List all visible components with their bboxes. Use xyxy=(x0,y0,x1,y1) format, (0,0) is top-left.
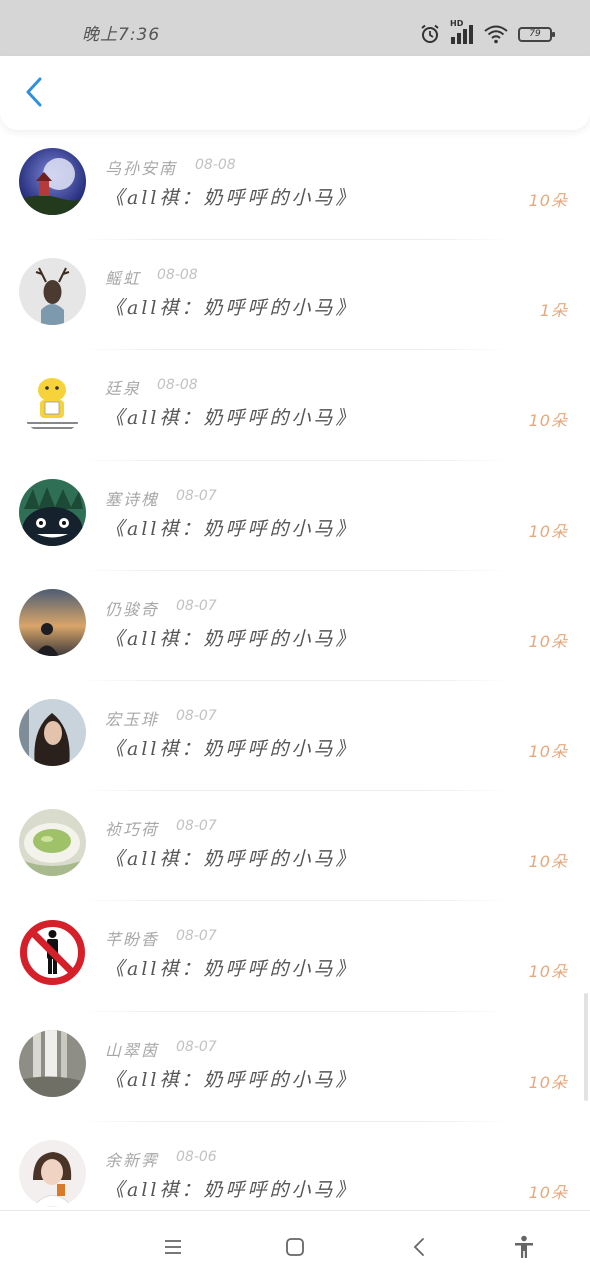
item-content: 《all祺：奶呼呼的小马》 xyxy=(105,297,358,320)
list-item[interactable]: 鳐虹 08-08 《all祺：奶呼呼的小马》 1朵 xyxy=(0,240,590,351)
item-amount: 10朵 xyxy=(528,631,568,651)
deer-head-avatar[interactable] xyxy=(19,258,86,326)
list-item[interactable]: 仍骏奇 08-07 《all祺：奶呼呼的小马》 10朵 xyxy=(0,571,590,682)
user-name: 廷泉 xyxy=(105,379,142,399)
item-amount: 10朵 xyxy=(528,852,568,872)
item-amount: 10朵 xyxy=(528,962,568,982)
user-name: 乌孙安南 xyxy=(105,159,178,178)
item-date: 08-06 xyxy=(176,1148,217,1165)
list-item[interactable]: 余新霁 08-06 《all祺：奶呼呼的小马》 10朵 xyxy=(0,1122,590,1210)
item-amount: 10朵 xyxy=(528,521,568,541)
scrollbar[interactable] xyxy=(584,993,588,1101)
item-date: 08-08 xyxy=(157,377,198,394)
item-date: 08-07 xyxy=(176,487,217,504)
menu-icon xyxy=(165,1240,181,1254)
item-amount: 10朵 xyxy=(528,191,568,210)
item-date: 08-08 xyxy=(195,157,236,173)
network-label: HD xyxy=(450,19,464,28)
item-date: 08-08 xyxy=(157,267,198,284)
chevron-left-icon xyxy=(26,77,42,107)
menu-button[interactable] xyxy=(157,1231,189,1263)
list-item[interactable]: 祯巧荷 08-07 《all祺：奶呼呼的小马》 10朵 xyxy=(0,791,590,902)
back-button[interactable] xyxy=(14,72,54,112)
list-item[interactable]: 廷泉 08-08 《all祺：奶呼呼的小马》 10朵 xyxy=(0,350,590,461)
girl-with-phone-avatar[interactable] xyxy=(19,1139,86,1207)
list-item[interactable]: 乌孙安南 08-08 《all祺：奶呼呼的小马》 10朵 xyxy=(0,130,590,241)
tea-cup-avatar[interactable] xyxy=(19,809,86,877)
item-content: 《all祺：奶呼呼的小马》 xyxy=(105,517,358,540)
accessibility-icon xyxy=(515,1235,533,1258)
sunset-silhouette-avatar[interactable] xyxy=(19,588,86,656)
signal-strength-icon: HD xyxy=(450,19,474,45)
status-bar: 晚上7:36 HD 79 xyxy=(0,0,590,56)
user-name: 余新霁 xyxy=(105,1150,160,1170)
list-item[interactable]: 塞诗槐 08-07 《all祺：奶呼呼的小马》 10朵 xyxy=(0,461,590,571)
totoro-avatar[interactable] xyxy=(19,478,86,546)
alarm-clock-icon xyxy=(421,24,439,43)
item-content: 《all祺：奶呼呼的小马》 xyxy=(105,627,358,650)
item-date: 08-07 xyxy=(176,818,217,835)
item-content: 《all祺：奶呼呼的小马》 xyxy=(105,407,358,430)
item-content: 《all祺：奶呼呼的小马》 xyxy=(105,958,358,981)
item-amount: 1朵 xyxy=(539,301,568,321)
item-date: 08-07 xyxy=(176,597,217,614)
moon-night-avatar[interactable] xyxy=(19,148,86,215)
item-content: 《all祺：奶呼呼的小马》 xyxy=(105,1068,358,1091)
nav-back-button[interactable] xyxy=(403,1231,435,1263)
user-name: 塞诗槐 xyxy=(105,489,160,509)
status-time: 晚上7:36 xyxy=(82,25,161,45)
back-icon xyxy=(413,1238,424,1256)
system-nav-bar xyxy=(0,1210,590,1281)
item-date: 08-07 xyxy=(176,928,217,945)
status-icons: HD 79 xyxy=(420,19,555,48)
item-amount: 10朵 xyxy=(528,741,568,761)
item-amount: 10朵 xyxy=(528,1182,568,1202)
waterfall-avatar[interactable] xyxy=(19,1029,86,1097)
item-amount: 10朵 xyxy=(528,1072,568,1092)
item-date: 08-07 xyxy=(176,1038,217,1055)
user-name: 仍骏奇 xyxy=(105,599,160,619)
user-name: 鳐虹 xyxy=(105,269,142,289)
user-name: 山翠茵 xyxy=(105,1040,160,1060)
accessibility-button[interactable] xyxy=(508,1231,540,1263)
item-content: 《all祺：奶呼呼的小马》 xyxy=(105,187,358,209)
item-amount: 10朵 xyxy=(528,411,568,431)
user-name: 宏玉琲 xyxy=(105,709,160,729)
item-content: 《all祺：奶呼呼的小马》 xyxy=(105,737,358,760)
gift-list[interactable]: 乌孙安南 08-08 《all祺：奶呼呼的小马》 10朵 鳐虹 08-08 《a… xyxy=(0,130,590,1210)
cartoon-chick-avatar[interactable] xyxy=(19,368,86,436)
list-item[interactable]: 山翠茵 08-07 《all祺：奶呼呼的小马》 10朵 xyxy=(0,1012,590,1122)
item-content: 《all祺：奶呼呼的小马》 xyxy=(105,848,358,871)
app-header xyxy=(0,56,590,130)
list-item[interactable]: 芊盼香 08-07 《all祺：奶呼呼的小马》 10朵 xyxy=(0,901,590,1012)
battery-icon: 79 xyxy=(518,26,555,42)
list-item[interactable]: 宏玉琲 08-07 《all祺：奶呼呼的小马》 10朵 xyxy=(0,681,590,792)
item-content: 《all祺：奶呼呼的小马》 xyxy=(105,1178,358,1201)
user-name: 祯巧荷 xyxy=(105,820,160,840)
item-date: 08-07 xyxy=(176,707,217,724)
wifi-icon xyxy=(484,25,508,44)
home-button[interactable] xyxy=(279,1231,311,1263)
user-name: 芊盼香 xyxy=(105,930,160,950)
home-icon xyxy=(286,1238,304,1256)
girl-portrait-avatar[interactable] xyxy=(19,698,86,766)
no-entry-sign-avatar[interactable] xyxy=(19,919,86,987)
